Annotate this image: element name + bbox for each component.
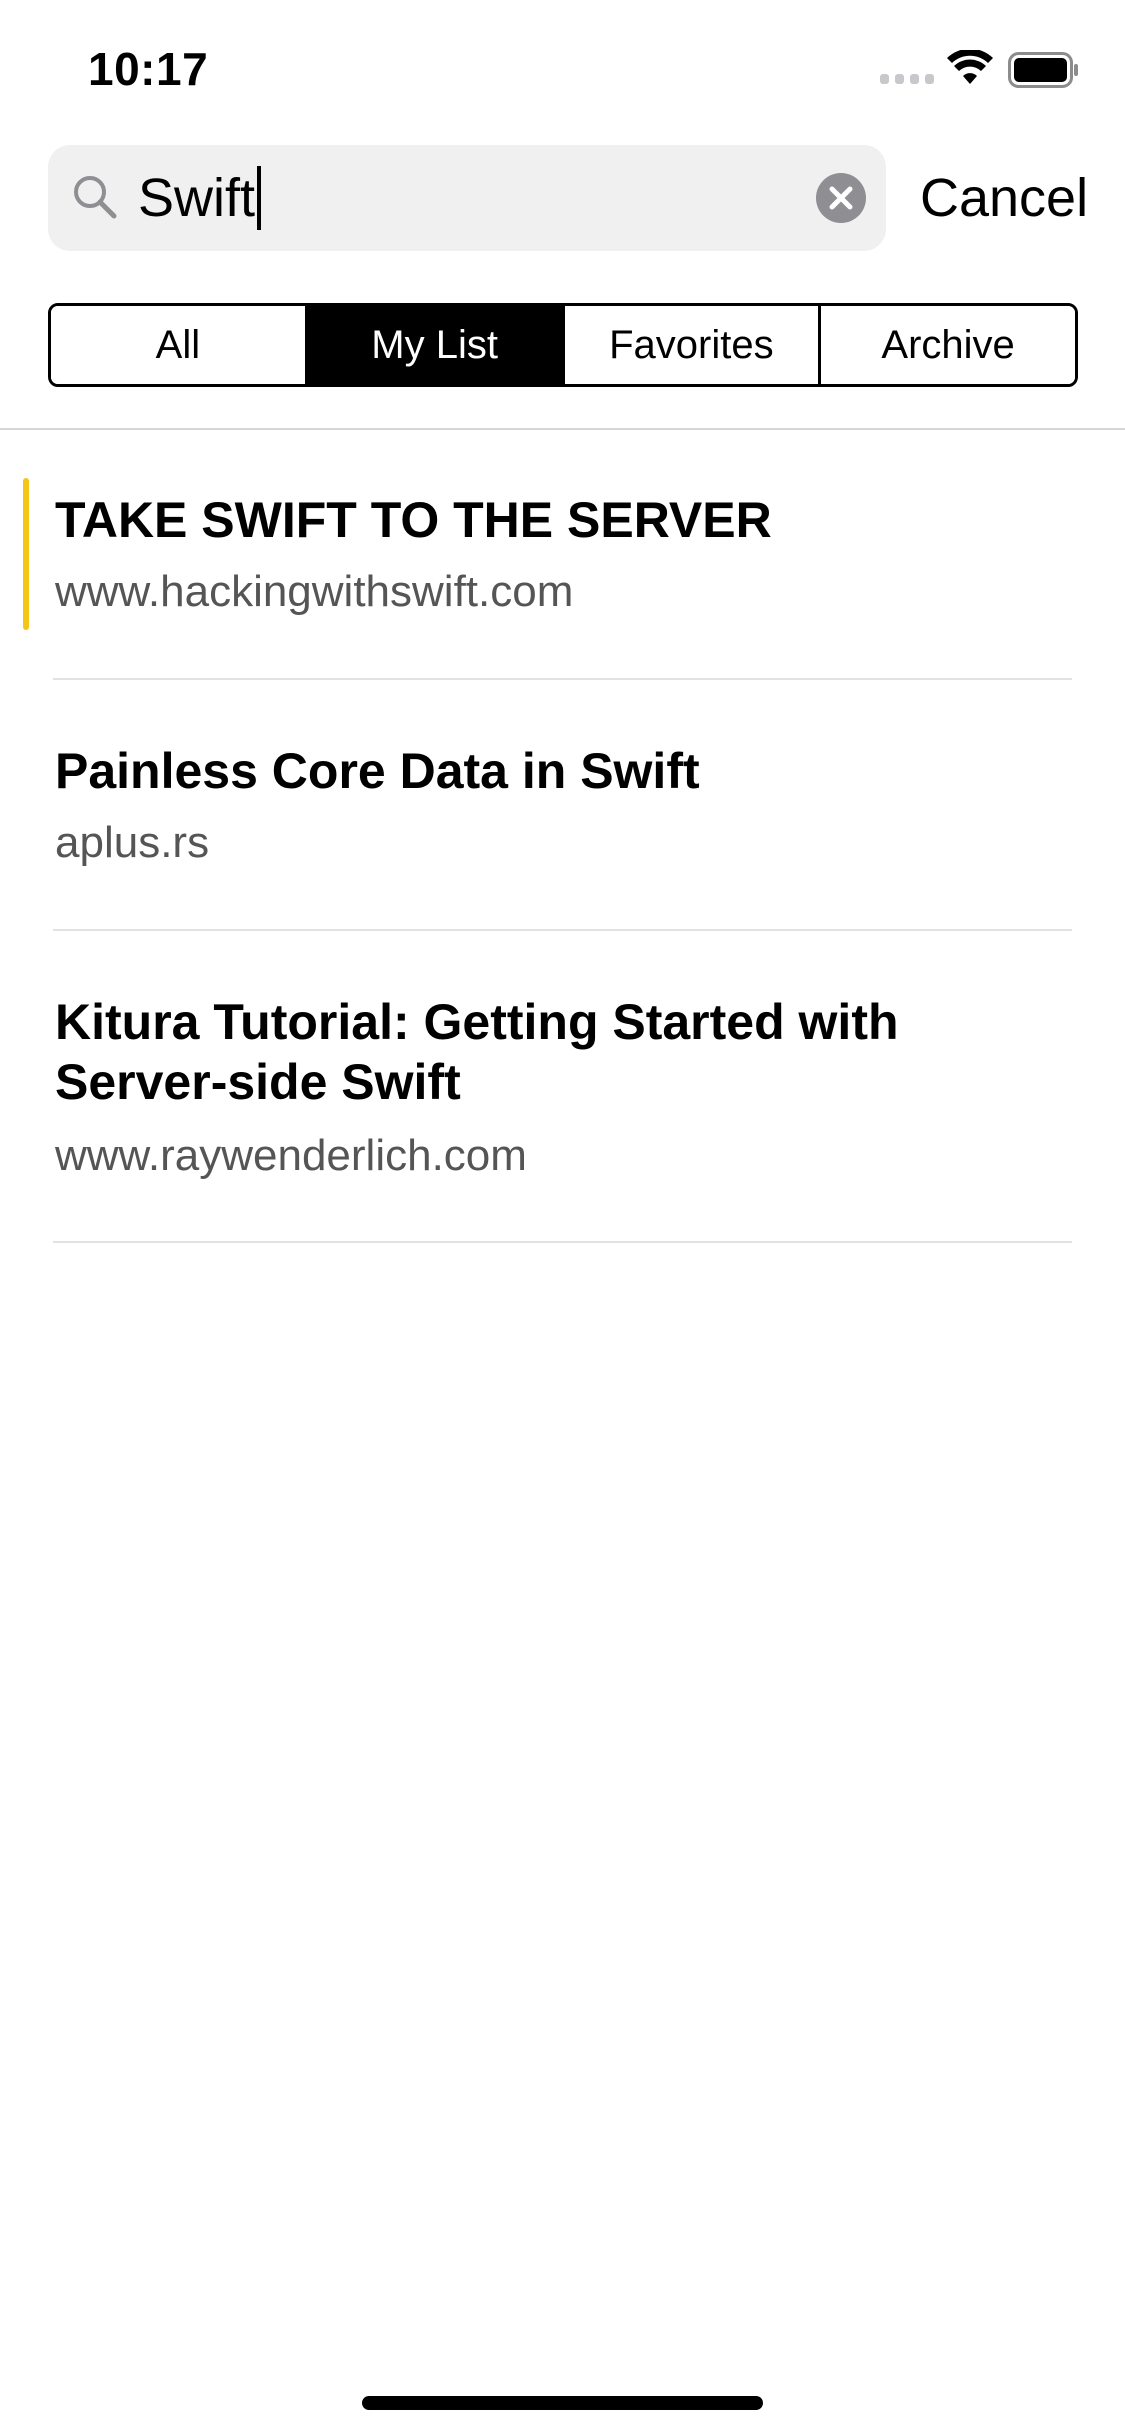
clear-search-icon[interactable] <box>816 173 866 223</box>
tab-my-list[interactable]: My List <box>304 306 562 384</box>
list-divider <box>53 678 1072 680</box>
item-title: Kitura Tutorial: Getting Started with Se… <box>55 994 899 1110</box>
tab-favorites[interactable]: Favorites <box>561 306 819 384</box>
item-title: Painless Core Data in Swift <box>55 743 700 799</box>
status-bar: 10:17 <box>0 0 1125 140</box>
item-domain: www.raywenderlich.com <box>55 1131 527 1180</box>
item-domain: aplus.rs <box>55 818 210 867</box>
text-caret <box>257 165 262 230</box>
item-domain: www.hackingwithswift.com <box>55 567 574 616</box>
cellular-signal-icon <box>880 74 934 84</box>
tab-archive[interactable]: Archive <box>818 306 1075 384</box>
home-indicator[interactable] <box>362 2396 763 2410</box>
list-divider <box>53 929 1072 931</box>
highlight-indicator <box>23 478 29 630</box>
search-input-value: Swift <box>138 168 256 228</box>
search-input[interactable]: Swift <box>138 145 262 251</box>
list-divider <box>53 1241 1072 1243</box>
wifi-icon <box>947 50 993 84</box>
battery-icon <box>1008 52 1078 88</box>
filter-segmented-control: All My List Favorites Archive <box>48 303 1078 387</box>
cancel-button[interactable]: Cancel <box>920 160 1088 236</box>
header-divider <box>0 428 1125 430</box>
tab-all[interactable]: All <box>51 306 305 384</box>
status-time: 10:17 <box>88 43 209 95</box>
search-bar[interactable]: Swift <box>48 145 886 251</box>
search-icon <box>74 176 117 219</box>
item-title: TAKE SWIFT TO THE SERVER <box>55 492 772 548</box>
